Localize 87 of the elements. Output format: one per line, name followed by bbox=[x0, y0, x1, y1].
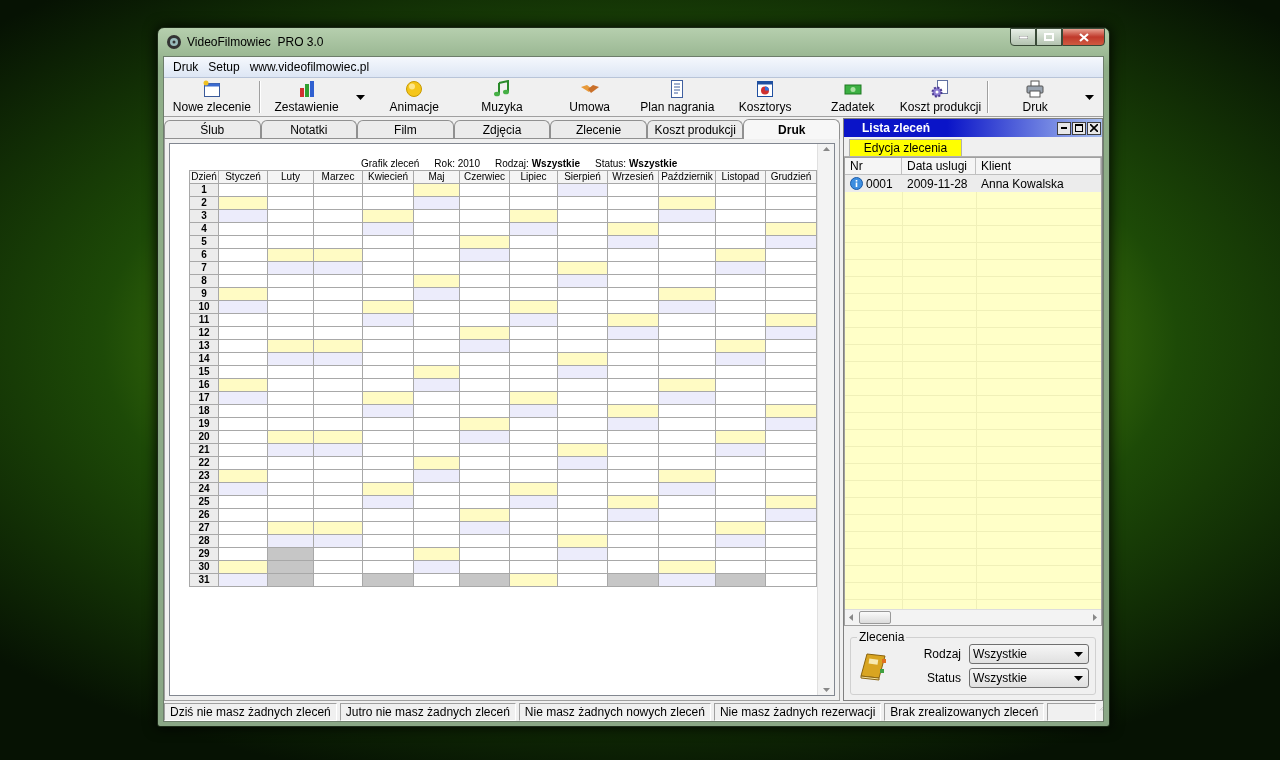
column-header: Lipiec bbox=[509, 170, 558, 184]
status-label: Status: Wszystkie bbox=[595, 157, 678, 169]
column-header: Styczeń bbox=[218, 170, 268, 184]
tab[interactable]: Zlecenie bbox=[550, 120, 647, 138]
status-text: Brak zrealizowanych zleceń bbox=[884, 703, 1045, 721]
minimize-button[interactable] bbox=[1010, 28, 1036, 46]
toolbar-button[interactable]: Zadatek bbox=[808, 78, 897, 116]
column-header[interactable]: Data uslugi bbox=[902, 158, 976, 175]
ball-icon bbox=[404, 80, 425, 98]
website-link[interactable]: www.videofilmowiec.pl bbox=[244, 58, 375, 76]
caret-icon bbox=[355, 94, 365, 100]
dropdown-field[interactable]: Wszystkie bbox=[969, 644, 1089, 664]
column-header: Maj bbox=[413, 170, 460, 184]
table-cell-text: 2009-11-28 bbox=[906, 175, 969, 192]
toolbar-button[interactable]: Animacje bbox=[370, 78, 459, 116]
chart-title: Grafik zleceń bbox=[361, 157, 420, 169]
toolbar-button[interactable]: Umowa bbox=[545, 78, 634, 116]
toolbar-button[interactable]: Kosztorys bbox=[721, 78, 809, 116]
tab[interactable]: Ślub bbox=[164, 120, 261, 138]
column-header: Dzień bbox=[189, 170, 219, 184]
column-header: Sierpień bbox=[557, 170, 608, 184]
column-header[interactable]: Klient bbox=[976, 158, 1101, 175]
dropdown-field[interactable]: Wszystkie bbox=[969, 668, 1089, 688]
order-number: 0001 bbox=[866, 176, 893, 191]
minimize-icon bbox=[1018, 35, 1028, 39]
column-header: Marzec bbox=[313, 170, 363, 184]
column-header[interactable]: Nr bbox=[845, 158, 902, 175]
gear-icon bbox=[930, 80, 951, 98]
caret-icon bbox=[1084, 94, 1094, 100]
field-label: Status bbox=[926, 671, 961, 685]
group-title: Zlecenia bbox=[858, 630, 906, 644]
book-icon bbox=[857, 650, 889, 682]
close-icon bbox=[1078, 32, 1089, 42]
printer-icon bbox=[1025, 80, 1046, 98]
panel-title: Lista zleceń bbox=[862, 121, 931, 135]
minimize-button[interactable] bbox=[1057, 121, 1071, 135]
film-reel-icon bbox=[166, 34, 182, 50]
type-label: Rodzaj: Wszystkie bbox=[494, 157, 580, 169]
status-panel bbox=[1047, 703, 1096, 721]
toolbar-button[interactable]: Nowe zlecenie bbox=[168, 78, 256, 116]
year-label: Rok: 2010 bbox=[434, 157, 480, 169]
toolbar-button[interactable]: Koszt produkcji bbox=[896, 78, 985, 116]
menu-item[interactable]: Druk bbox=[168, 58, 204, 76]
tab[interactable]: Druk bbox=[743, 119, 841, 139]
info-icon bbox=[850, 177, 863, 190]
caret-icon bbox=[1074, 675, 1083, 681]
toolbar-button[interactable]: Zestawienie bbox=[262, 78, 351, 116]
maximize-icon bbox=[1044, 33, 1054, 41]
tab[interactable]: Film bbox=[357, 120, 454, 138]
scroll-up-icon bbox=[822, 147, 830, 151]
window-icon bbox=[201, 80, 222, 98]
close-button[interactable] bbox=[1062, 28, 1105, 46]
status-text: Jutro nie masz żadnych zleceń bbox=[339, 703, 516, 721]
minimize-icon bbox=[1061, 127, 1067, 129]
maximize-button[interactable] bbox=[1036, 28, 1062, 46]
table-cell-text: Anna Kowalska bbox=[980, 175, 1065, 192]
edit-order-button[interactable]: Edycja zlecenia bbox=[849, 139, 962, 156]
toolbar-button[interactable]: Muzyka bbox=[458, 78, 546, 116]
status-text: Nie masz żadnych rezerwacji bbox=[713, 703, 882, 721]
column-header: Październik bbox=[658, 170, 716, 184]
column-header: Wrzesień bbox=[607, 170, 659, 184]
music-note-icon bbox=[491, 80, 512, 98]
close-button[interactable] bbox=[1087, 121, 1101, 135]
tab[interactable]: Zdjęcia bbox=[453, 120, 551, 138]
scroll-right-icon bbox=[1093, 614, 1097, 621]
menu-item[interactable]: Setup bbox=[203, 58, 245, 76]
maximize-icon bbox=[1075, 124, 1083, 132]
status-text: Nie masz żadnych nowych zleceń bbox=[518, 703, 711, 721]
column-header: Kwiecień bbox=[362, 170, 414, 184]
toolbar-button[interactable]: Druk bbox=[991, 78, 1080, 116]
status-text: Dziś nie masz żadnych zleceń bbox=[164, 703, 337, 721]
tab[interactable]: Notatki bbox=[260, 120, 358, 138]
caret-icon bbox=[1074, 651, 1083, 657]
column-header: Luty bbox=[267, 170, 314, 184]
tab[interactable]: Koszt produkcji bbox=[646, 120, 744, 138]
close-icon bbox=[1090, 124, 1098, 132]
toolbar-button[interactable]: Plan nagrania bbox=[633, 78, 722, 116]
scroll-left-icon bbox=[849, 614, 853, 621]
window-title: VideoFilmowiec PRO 3.0 bbox=[187, 35, 324, 49]
pie-chart-icon bbox=[755, 80, 776, 98]
maximize-button[interactable] bbox=[1072, 121, 1086, 135]
scroll-thumb[interactable] bbox=[859, 611, 891, 624]
scroll-down-icon bbox=[822, 688, 830, 692]
field-label: Rodzaj bbox=[923, 647, 961, 661]
column-header: Listopad bbox=[715, 170, 766, 184]
column-header: Czerwiec bbox=[459, 170, 510, 184]
column-header: Grudzień bbox=[765, 170, 817, 184]
